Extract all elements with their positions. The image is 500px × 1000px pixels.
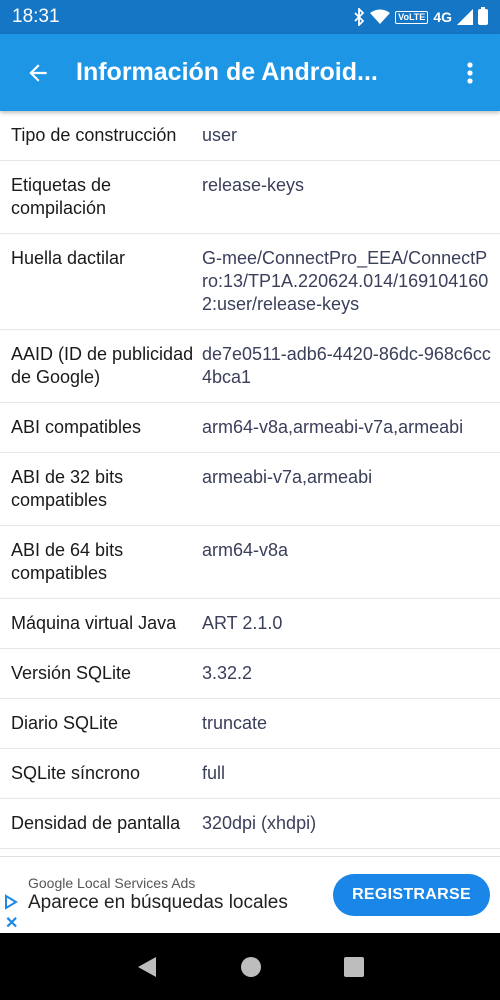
item-value: 320dpi (xhdpi) (202, 813, 317, 833)
list-item: Densidad de pantalla 320dpi (xhdpi) (0, 799, 500, 849)
nav-home-icon[interactable] (240, 956, 262, 978)
app-bar: Información de Android... (0, 34, 500, 111)
list-item: SQLite síncrono full (0, 749, 500, 799)
list-item: Etiquetas de compilación release-keys (0, 161, 500, 234)
item-label: ABI de 32 bits compatibles (11, 467, 124, 510)
volte-badge: VoLTE (395, 10, 429, 24)
ad-banner[interactable]: ✕ Google Local Services Ads Aparece en b… (0, 856, 500, 933)
item-label: Densidad de pantalla (11, 813, 181, 833)
list-item: Versión SQLite 3.32.2 (0, 649, 500, 699)
list-item: Máquina virtual Java ART 2.1.0 (0, 599, 500, 649)
more-vert-icon (467, 61, 473, 84)
item-value: truncate (202, 713, 268, 733)
ad-close-icon[interactable]: ✕ (5, 913, 18, 933)
item-label: Tipo de construcción (11, 125, 177, 145)
back-button[interactable] (0, 34, 76, 111)
ad-cta-button[interactable]: REGISTRARSE (333, 874, 490, 916)
arrow-back-icon (29, 63, 47, 82)
more-options-button[interactable] (440, 34, 500, 111)
item-value: arm64-v8a,armeabi-v7a,armeabi (202, 417, 464, 437)
list-item: ABI compatibles arm64-v8a,armeabi-v7a,ar… (0, 403, 500, 453)
list-item: Tipo de construcción user (0, 111, 500, 161)
info-list: Tipo de construcción user Etiquetas de c… (0, 111, 500, 856)
status-bar: 18:31 VoLTE 4G (0, 0, 500, 34)
item-value: G-mee/ConnectPro_EEA/ConnectPro:13/TP1A.… (202, 248, 489, 314)
item-value: user (202, 125, 238, 145)
list-item: Diario SQLite truncate (0, 699, 500, 749)
item-label: Versión SQLite (11, 663, 132, 683)
item-value: arm64-v8a (202, 540, 289, 560)
item-label: Máquina virtual Java (11, 613, 177, 633)
item-label: Etiquetas de compilación (11, 175, 112, 218)
item-value: armeabi-v7a,armeabi (202, 467, 373, 487)
ad-headline[interactable]: Aparece en búsquedas locales (28, 892, 288, 914)
ad-choices-icon[interactable] (3, 894, 19, 910)
nav-back-icon[interactable] (136, 955, 158, 979)
item-value: release-keys (202, 175, 305, 195)
signal-icon (457, 9, 473, 25)
nav-recents-icon[interactable] (344, 956, 364, 977)
status-icons: VoLTE 4G (353, 7, 488, 26)
item-value: full (202, 763, 226, 783)
network-type: 4G (433, 9, 452, 25)
item-label: ABI compatibles (11, 417, 142, 437)
item-label: ABI de 64 bits compatibles (11, 540, 124, 583)
list-item: AAID (ID de publicidad de Google) de7e05… (0, 330, 500, 403)
item-value: 3.32.2 (202, 663, 253, 683)
item-label: Diario SQLite (11, 713, 119, 733)
page-title: Información de Android... (76, 58, 378, 86)
item-label: AAID (ID de publicidad de Google) (11, 344, 194, 387)
system-nav-bar (0, 933, 500, 1000)
battery-icon (478, 7, 488, 25)
list-item: ABI de 64 bits compatibles arm64-v8a (0, 526, 500, 599)
ad-advertiser: Google Local Services Ads (28, 875, 196, 891)
item-label: SQLite síncrono (11, 763, 141, 783)
item-value: de7e0511-adb6-4420-86dc-968c6cc4bca1 (202, 344, 491, 387)
list-item: ABI de 32 bits compatibles armeabi-v7a,a… (0, 453, 500, 526)
list-item: Huella dactilar G-mee/ConnectPro_EEA/Con… (0, 234, 500, 330)
item-value: ART 2.1.0 (202, 613, 283, 633)
status-time: 18:31 (12, 6, 60, 27)
item-label: Huella dactilar (11, 248, 126, 268)
bluetooth-icon (354, 8, 365, 26)
wifi-icon (370, 9, 391, 24)
